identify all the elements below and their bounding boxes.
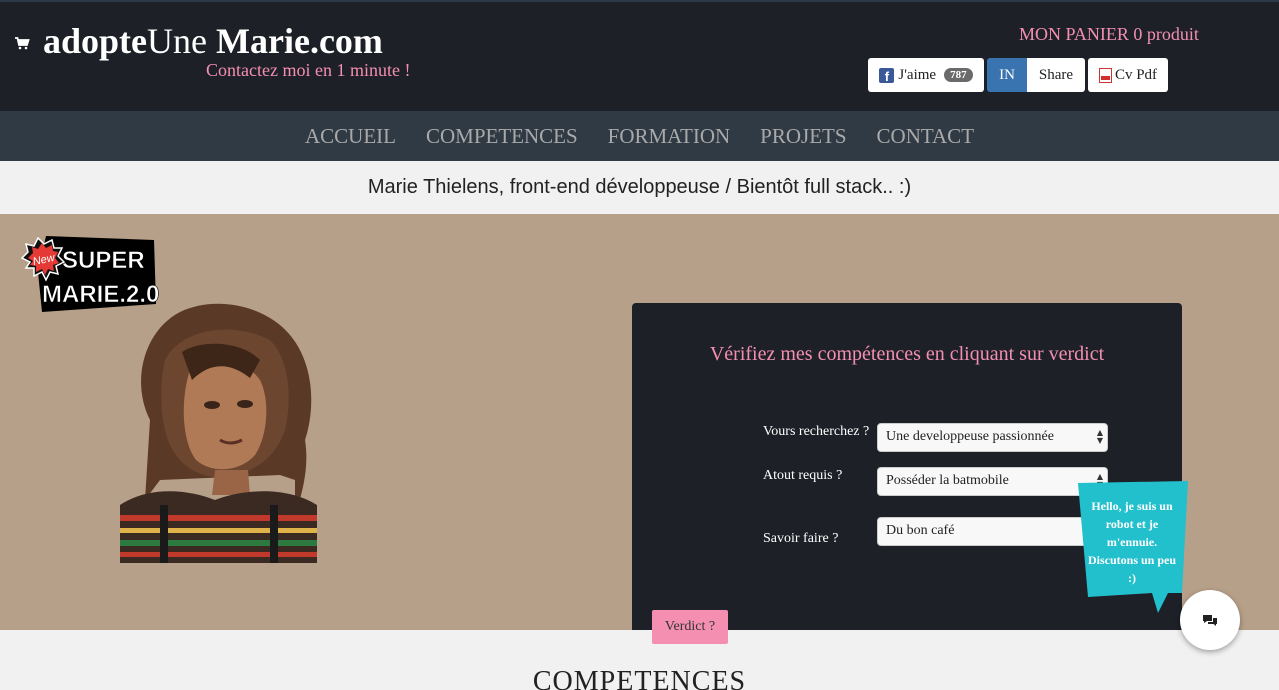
badge-super-text: SUPER [62,247,145,274]
profile-portrait [120,303,317,563]
select-recherche[interactable]: Une developpeuse passionnée ▲ ▼ [877,423,1108,452]
select-atout-value: Posséder la batmobile [886,473,1009,488]
facebook-like-label: J'aime [898,66,937,83]
contact-tagline[interactable]: Contactez moi en 1 minute ! [206,60,410,81]
nav-item-contact[interactable]: CONTACT [877,124,974,149]
select-recherche-value: Une developpeuse passionnée [886,429,1054,444]
facebook-icon: f [879,67,895,83]
logo-part-adopte: adopte [43,21,148,61]
chat-button[interactable] [1180,590,1240,650]
linkedin-label: IN [987,58,1027,92]
nav-item-projets[interactable]: PROJETS [760,124,846,149]
cv-pdf-button[interactable]: Cv Pdf [1088,58,1168,92]
select-arrows-icon: ▲▼ [1096,428,1103,445]
panel-title: Vérifiez mes compétences en cliquant sur… [709,343,1105,365]
cv-pdf-label: Cv Pdf [1114,66,1158,83]
select-savoir[interactable]: Du bon café [877,517,1108,546]
chatbot-bubble-text: Hello, je suis un robot et je m'ennuie. … [1087,499,1177,585]
cart-link[interactable]: MON PANIER 0 produit [1019,24,1199,45]
pdf-icon [1098,67,1112,83]
logo-part-marie: Marie.com [216,21,383,61]
chat-icon [1203,615,1217,626]
logo-part-une: Une [147,21,216,61]
select-savoir-value: Du bon café [886,523,955,538]
linkedin-share-button[interactable]: IN Share [987,58,1085,92]
field-label-atout: Atout requis ? [763,468,843,483]
cart-icon[interactable] [14,36,30,50]
site-logo[interactable]: adopteUne Marie.com [43,20,383,62]
nav-item-formation[interactable]: FORMATION [608,124,731,149]
page-subtitle: Marie Thielens, front-end développeuse /… [367,176,912,198]
main-nav: ACCUEIL COMPETENCES FORMATION PROJETS CO… [0,111,1279,161]
facebook-like-button[interactable]: f J'aime 787 [868,58,984,92]
subtitle-band: Marie Thielens, front-end développeuse /… [0,161,1279,214]
field-label-savoir: Savoir faire ? [763,531,839,546]
nav-item-competences[interactable]: COMPETENCES [426,124,578,149]
linkedin-share-label: Share [1027,58,1085,92]
verdict-button[interactable]: Verdict ? [652,610,728,644]
section-title-competences: COMPETENCES [532,666,747,690]
select-atout[interactable]: Posséder la batmobile ▲▼ [877,467,1108,496]
nav-item-accueil[interactable]: ACCUEIL [305,124,396,149]
field-label-recherche: Vours recherchez ? [763,424,870,439]
facebook-like-count: 787 [944,68,973,82]
site-header: adopteUne Marie.com Contactez moi en 1 m… [0,0,1279,111]
